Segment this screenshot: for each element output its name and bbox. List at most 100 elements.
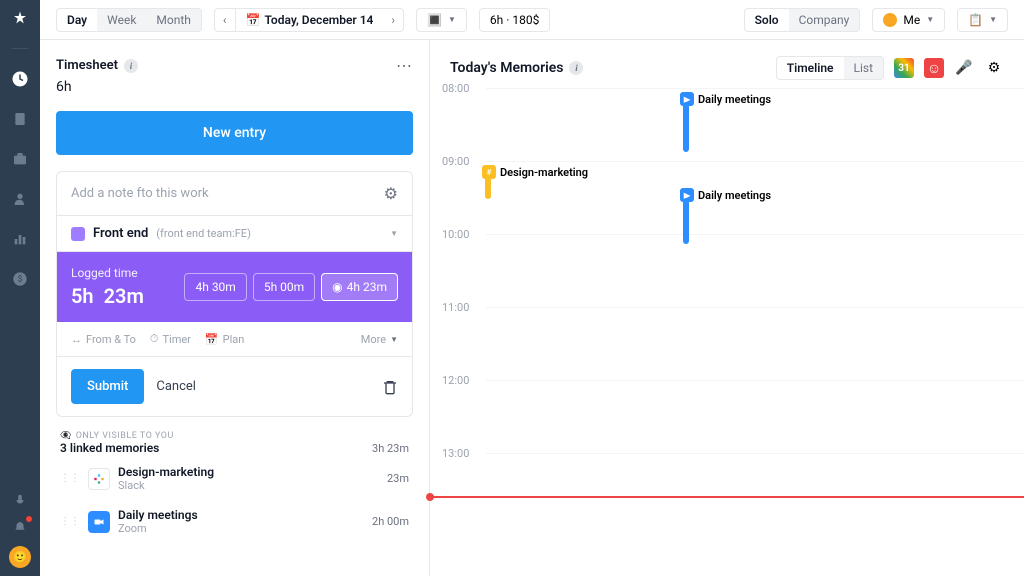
chevron-down-icon: ▼ xyxy=(448,15,456,24)
view-day[interactable]: Day xyxy=(57,9,97,31)
chevron-down-icon: ▼ xyxy=(926,15,934,24)
chevron-down-icon: ▼ xyxy=(390,335,398,344)
app-logo-icon[interactable] xyxy=(10,8,30,28)
info-icon[interactable]: i xyxy=(124,59,138,73)
memory-item[interactable]: ⋮⋮ Design-marketing Slack 23m xyxy=(56,457,413,500)
zoom-icon xyxy=(88,511,110,533)
mic-icon[interactable]: 🎤 xyxy=(954,58,974,78)
logged-time-block: Logged time 5h 23m 4h 30m 5h 00m ◉ 4h 23… xyxy=(57,252,412,322)
clipboard-check-icon: 📋 xyxy=(968,13,983,27)
submit-button[interactable]: Submit xyxy=(71,369,144,404)
user-label: Me xyxy=(903,13,920,27)
timeline-grid: 08:00 09:00 10:00 11:00 12:00 13:00 ▶Dai… xyxy=(430,88,1024,576)
chart-icon[interactable] xyxy=(10,229,30,249)
clock-icon[interactable] xyxy=(10,69,30,89)
view-week[interactable]: Week xyxy=(97,9,146,31)
new-entry-button[interactable]: New entry xyxy=(56,111,413,155)
project-meta: (front end team:FE) xyxy=(156,227,251,240)
list-tab[interactable]: List xyxy=(844,57,884,79)
date-label[interactable]: 📅 Today, December 14 xyxy=(236,9,384,31)
linked-memories: 👁‍🗨 ONLY VISIBLE TO YOU 3 linked memorie… xyxy=(56,425,413,543)
svg-text:$: $ xyxy=(18,275,23,284)
now-indicator xyxy=(430,496,1024,498)
memories-total: 3h 23m xyxy=(372,442,409,455)
tasks-dropdown[interactable]: 📋 ▼ xyxy=(957,8,1008,32)
more-menu-button[interactable]: ⋯ xyxy=(396,56,413,75)
memory-name: Daily meetings xyxy=(118,508,364,522)
dollar-icon[interactable]: $ xyxy=(10,269,30,289)
topbar: Day Week Month ‹ 📅 Today, December 14 › … xyxy=(40,0,1024,40)
memories-panel: Today's Memories i Timeline List 31 ☺ 🎤 … xyxy=(430,40,1024,576)
avatar-icon xyxy=(883,13,897,27)
project-selector[interactable]: Front end (front end team:FE) ▼ xyxy=(57,216,412,252)
calendar-icon: 📅 xyxy=(205,333,219,346)
hour-label: 13:00 xyxy=(442,447,469,460)
plan-option[interactable]: 📅Plan xyxy=(205,333,244,346)
event-label: Daily meetings xyxy=(698,93,771,106)
gear-icon[interactable]: ⚙ xyxy=(384,184,398,203)
cancel-button[interactable]: Cancel xyxy=(156,379,196,394)
time-chip-3[interactable]: ◉ 4h 23m xyxy=(321,273,398,301)
bell-icon[interactable] xyxy=(10,518,30,538)
calendar-icon: 📅 xyxy=(246,13,261,27)
timeline-tab[interactable]: Timeline xyxy=(777,57,844,79)
memory-app: Slack xyxy=(118,479,379,492)
time-chip-2[interactable]: 5h 00m xyxy=(253,273,315,301)
memories-title: 3 linked memories xyxy=(60,441,159,455)
google-calendar-icon[interactable]: 31 xyxy=(894,58,914,78)
timeline-event[interactable]: ▶Daily meetings xyxy=(680,188,771,202)
app-icon: 🔳 xyxy=(427,13,442,27)
scope-segment: Solo Company xyxy=(744,8,861,32)
prev-day-button[interactable]: ‹ xyxy=(215,9,236,31)
clock-icon: ◉ xyxy=(332,280,342,294)
note-input[interactable] xyxy=(71,186,384,201)
chevron-down-icon: ▼ xyxy=(390,229,398,238)
user-icon[interactable] xyxy=(10,189,30,209)
timer-option[interactable]: ⏱Timer xyxy=(150,332,191,346)
mic-icon[interactable] xyxy=(10,490,30,510)
event-label: Daily meetings xyxy=(698,189,771,202)
view-mode-segment: Timeline List xyxy=(776,56,884,80)
scope-solo[interactable]: Solo xyxy=(745,9,789,31)
scope-company[interactable]: Company xyxy=(789,9,860,31)
briefcase-icon[interactable] xyxy=(10,149,30,169)
memory-app: Zoom xyxy=(118,522,364,535)
info-icon[interactable]: i xyxy=(569,61,583,75)
memory-duration: 2h 00m xyxy=(372,515,409,528)
hour-label: 12:00 xyxy=(442,374,469,387)
user-dropdown[interactable]: Me ▼ xyxy=(872,8,945,32)
arrows-icon: ↔ xyxy=(71,333,82,346)
clipboard-icon[interactable] xyxy=(10,109,30,129)
drag-handle-icon[interactable]: ⋮⋮ xyxy=(60,516,80,527)
timeline-event[interactable]: ▶Daily meetings xyxy=(680,92,771,106)
timer-icon: ⏱ xyxy=(150,332,159,346)
logged-time-value: 5h 23m xyxy=(71,284,144,308)
app-sidebar: $ 🙂 xyxy=(0,0,40,576)
memory-name: Design-marketing xyxy=(118,465,379,479)
more-option[interactable]: More ▼ xyxy=(361,333,398,346)
memories-panel-title: Today's Memories i xyxy=(450,60,583,76)
next-day-button[interactable]: › xyxy=(383,9,403,31)
logged-label: Logged time xyxy=(71,266,144,280)
view-month[interactable]: Month xyxy=(146,9,200,31)
trash-icon[interactable] xyxy=(382,379,398,395)
date-text: Today, December 14 xyxy=(264,13,373,27)
rate-display[interactable]: 6h · 180$ xyxy=(479,8,550,32)
time-chip-1[interactable]: 4h 30m xyxy=(184,273,246,301)
memory-item[interactable]: ⋮⋮ Daily meetings Zoom 2h 00m xyxy=(56,500,413,543)
settings-icon[interactable]: ⚙ xyxy=(984,58,1004,78)
visibility-label: 👁‍🗨 ONLY VISIBLE TO YOU xyxy=(60,431,409,441)
from-to-option[interactable]: ↔From & To xyxy=(71,333,136,346)
app-filter-dropdown[interactable]: 🔳 ▼ xyxy=(416,8,467,32)
entry-card: ⚙ Front end (front end team:FE) ▼ Logged… xyxy=(56,171,413,417)
timeline-event[interactable]: #Design-marketing xyxy=(482,165,588,179)
integration-icon[interactable]: ☺ xyxy=(924,58,944,78)
emoji-status-icon[interactable]: 🙂 xyxy=(9,546,31,568)
slack-icon xyxy=(88,468,110,490)
memory-duration: 23m xyxy=(387,472,409,485)
project-name: Front end xyxy=(93,226,148,241)
content-split: Timesheet i ⋯ 6h New entry ⚙ Front end (… xyxy=(40,40,1024,576)
eye-off-icon: 👁‍🗨 xyxy=(60,431,72,441)
drag-handle-icon[interactable]: ⋮⋮ xyxy=(60,473,80,484)
hour-label: 10:00 xyxy=(442,228,469,241)
